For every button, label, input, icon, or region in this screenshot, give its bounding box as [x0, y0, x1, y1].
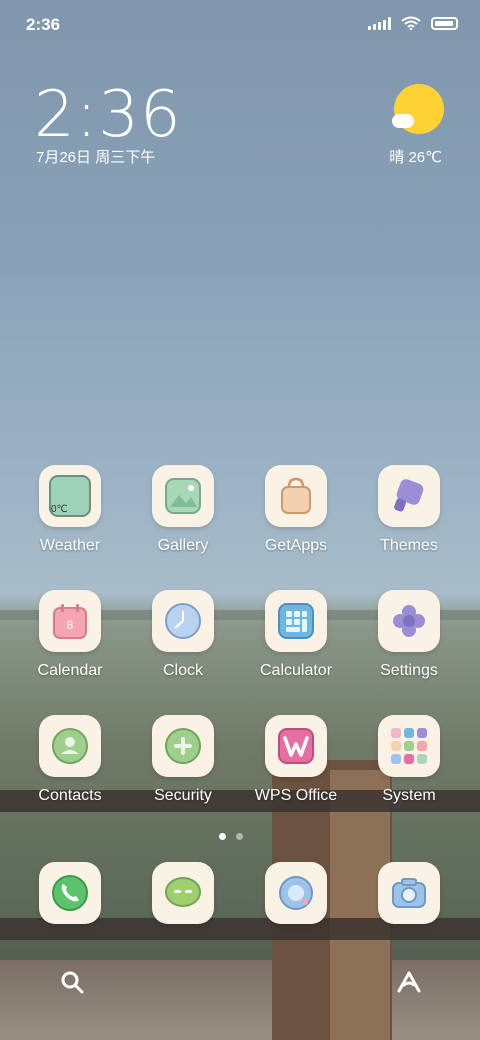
- app-label: Contacts: [38, 787, 102, 804]
- app-label: Settings: [380, 662, 438, 679]
- battery-icon: [431, 16, 458, 30]
- cloud-icon: [392, 114, 414, 128]
- app-settings[interactable]: Settings: [354, 590, 464, 680]
- app-calendar[interactable]: 8 Calendar: [15, 590, 125, 680]
- app-wps[interactable]: WPS Office: [241, 715, 351, 805]
- page-dot-active: [219, 833, 226, 840]
- weather-widget-text[interactable]: 晴 26℃: [389, 146, 442, 167]
- app-label: Calendar: [37, 662, 103, 679]
- app-label: Clock: [162, 662, 203, 679]
- app-calculator[interactable]: Calculator: [241, 590, 351, 680]
- app-clock[interactable]: Clock: [128, 590, 238, 680]
- app-label: GetApps: [264, 537, 328, 554]
- clock-icon: [152, 590, 214, 652]
- app-label: Gallery: [157, 537, 209, 554]
- app-security[interactable]: Security: [128, 715, 238, 805]
- dock-messages[interactable]: [128, 862, 238, 924]
- dock-browser[interactable]: [241, 862, 351, 924]
- app-folder-system[interactable]: System: [354, 715, 464, 805]
- page-indicator: [219, 833, 243, 840]
- dock-phone[interactable]: [15, 862, 125, 924]
- app-label: System: [382, 787, 436, 804]
- shopping-bag-icon: [265, 465, 327, 527]
- gallery-icon: [152, 465, 214, 527]
- status-icons: [368, 16, 458, 30]
- dock-camera[interactable]: [354, 862, 464, 924]
- message-icon: [152, 862, 214, 924]
- phone-icon: [39, 862, 101, 924]
- clock-widget-date[interactable]: 7月26日 周三下午: [36, 146, 155, 167]
- security-icon: [152, 715, 214, 777]
- app-themes[interactable]: Themes: [354, 465, 464, 555]
- folder-grid-icon: [378, 715, 440, 777]
- search-icon[interactable]: [60, 970, 84, 994]
- status-bar: 2:36: [0, 0, 480, 50]
- assistant-icon[interactable]: [396, 970, 422, 994]
- app-gallery[interactable]: Gallery: [128, 465, 238, 555]
- calendar-badge: 8: [66, 618, 74, 632]
- page-dot: [236, 833, 243, 840]
- app-weather[interactable]: 0℃ Weather: [15, 465, 125, 555]
- app-label: Weather: [39, 537, 101, 554]
- app-label: WPS Office: [254, 787, 338, 804]
- calculator-icon: [265, 590, 327, 652]
- app-label: Calculator: [259, 662, 333, 679]
- gear-icon: [378, 590, 440, 652]
- app-getapps[interactable]: GetApps: [241, 465, 351, 555]
- wps-icon: [265, 715, 327, 777]
- app-label: Themes: [380, 537, 438, 554]
- status-time: 2:36: [26, 15, 61, 34]
- wifi-icon: [401, 16, 421, 30]
- weather-icon: 0℃: [39, 465, 101, 527]
- weather-badge: 0℃: [51, 504, 68, 515]
- signal-icon: [368, 16, 391, 30]
- app-label: Security: [154, 787, 212, 804]
- browser-icon: [265, 862, 327, 924]
- camera-icon: [378, 862, 440, 924]
- app-contacts[interactable]: Contacts: [15, 715, 125, 805]
- calendar-icon: 8: [39, 590, 101, 652]
- themes-icon: [378, 465, 440, 527]
- contacts-icon: [39, 715, 101, 777]
- clock-widget-time[interactable]: 2:36: [34, 78, 182, 152]
